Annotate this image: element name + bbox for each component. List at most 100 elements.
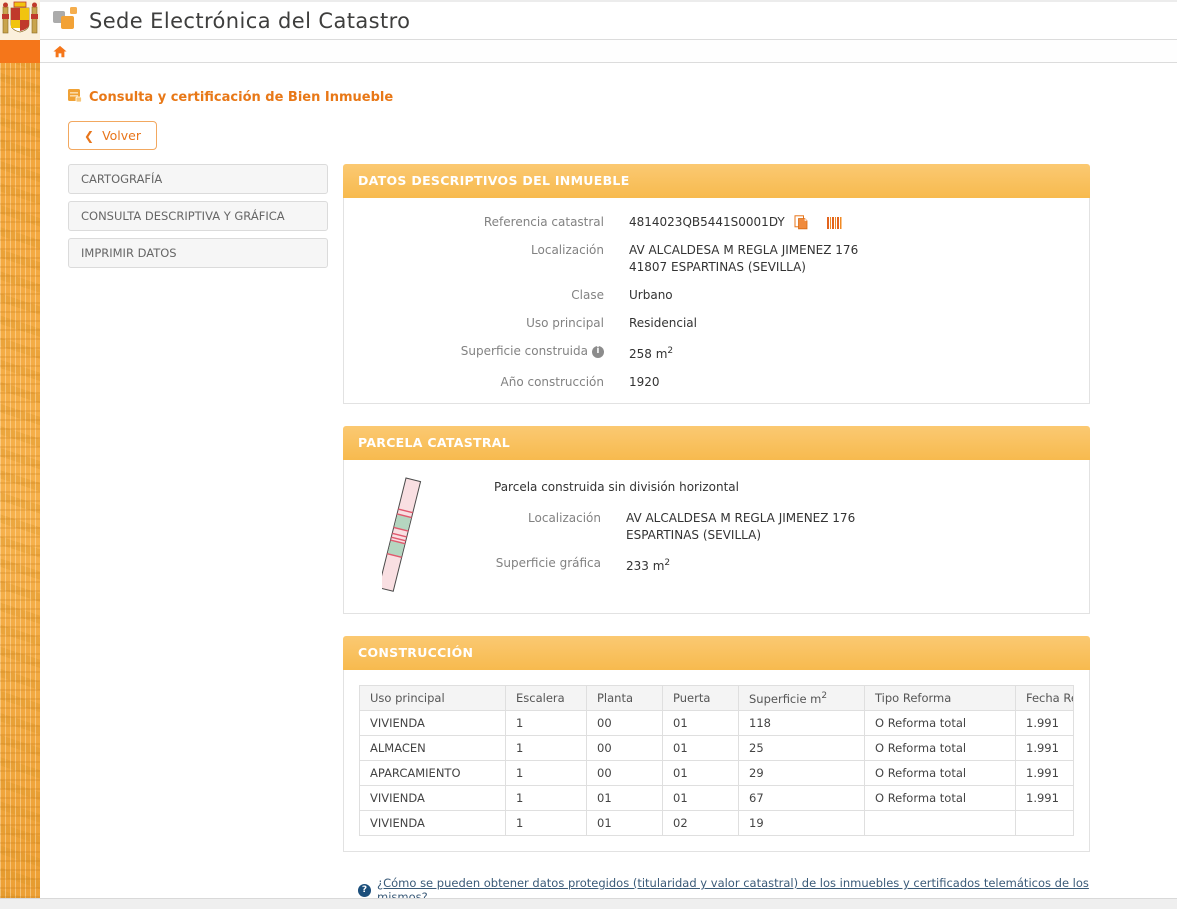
info-icon[interactable]: i: [592, 346, 604, 358]
cell-fecha: [1016, 811, 1074, 836]
footer-bar: [0, 898, 1177, 909]
parcel-info: Parcela construida sin división horizont…: [494, 472, 1069, 597]
sidebar-item-cartografia[interactable]: CARTOGRAFÍA: [68, 164, 328, 194]
clase-value: Urbano: [629, 287, 673, 304]
col-puerta: Puerta: [663, 686, 739, 711]
cell-tipo: O Reforma total: [865, 761, 1016, 786]
spain-coat-of-arms-icon: [0, 0, 40, 40]
col-escalera: Escalera: [506, 686, 587, 711]
cell-superficie: 67: [739, 786, 865, 811]
col-uso-principal: Uso principal: [360, 686, 506, 711]
cell-puerta: 02: [663, 811, 739, 836]
panel-header: CONSTRUCCIÓN: [343, 636, 1090, 670]
barcode-icon[interactable]: [827, 217, 842, 229]
page-title: Consulta y certificación de Bien Inmuebl…: [68, 88, 1177, 106]
columns-wrap: CARTOGRAFÍA CONSULTA DESCRIPTIVA Y GRÁFI…: [68, 164, 1177, 904]
sidebar-item-label: IMPRIMIR DATOS: [81, 246, 177, 260]
sidebar-item-label: CARTOGRAFÍA: [81, 172, 162, 186]
col-planta: Planta: [587, 686, 663, 711]
cell-puerta: 01: [663, 736, 739, 761]
cell-superficie: 25: [739, 736, 865, 761]
site-title: Sede Electrónica del Catastro: [89, 9, 410, 33]
help-icon[interactable]: ?: [358, 884, 371, 897]
field-label: Localización: [494, 510, 601, 544]
col-tipo-reforma: Tipo Reforma: [865, 686, 1016, 711]
localizacion-line1: AV ALCALDESA M REGLA JIMENEZ 176: [629, 242, 858, 259]
construccion-table: Uso principal Escalera Planta Puerta Sup…: [359, 685, 1074, 836]
parcela-localizacion-line1: AV ALCALDESA M REGLA JIMENEZ 176: [626, 510, 855, 527]
nav-orange-block: [0, 40, 40, 63]
cell-uso: ALMACEN: [360, 736, 506, 761]
back-button[interactable]: ❮ Volver: [68, 121, 157, 150]
parcela-localizacion-line2: ESPARTINAS (SEVILLA): [626, 527, 855, 544]
localizacion-line2: 41807 ESPARTINAS (SEVILLA): [629, 259, 858, 276]
field-superficie-grafica: Superficie gráfica 233 m2: [494, 555, 1069, 575]
panel-body: Referencia catastral 4814023QB5441S0001D…: [343, 198, 1090, 404]
sidebar-item-consulta-descriptiva[interactable]: CONSULTA DESCRIPTIVA Y GRÁFICA: [68, 201, 328, 231]
cell-escalera: 1: [506, 761, 587, 786]
col-fecha-reforma: Fecha Reforma: [1016, 686, 1074, 711]
field-label: Localización: [364, 242, 604, 276]
panel-body: Parcela construida sin división horizont…: [343, 460, 1090, 614]
superficie-grafica-value: 233 m2: [626, 555, 670, 575]
cell-tipo: [865, 811, 1016, 836]
page-root: Sede Electrónica del Catastro: [0, 0, 1177, 909]
site-header: Sede Electrónica del Catastro: [0, 0, 1177, 40]
parcela-intro-text: Parcela construida sin división horizont…: [494, 480, 1069, 494]
cell-escalera: 1: [506, 786, 587, 811]
field-clase: Clase Urbano: [364, 287, 1069, 304]
panel-construccion: CONSTRUCCIÓN Uso principal Escalera Plan…: [343, 636, 1090, 852]
cell-planta: 00: [587, 711, 663, 736]
field-localizacion: Localización AV ALCALDESA M REGLA JIMENE…: [364, 242, 1069, 276]
cell-planta: 00: [587, 761, 663, 786]
home-icon[interactable]: [53, 45, 67, 58]
cell-fecha: 1.991: [1016, 736, 1074, 761]
field-label: Superficie construidai: [364, 343, 604, 363]
cell-tipo: O Reforma total: [865, 786, 1016, 811]
cell-puerta: 01: [663, 761, 739, 786]
col-superficie: Superficie m2: [739, 686, 865, 711]
table-row: VIVIENDA 1 00 01 118 O Reforma total 1.9…: [360, 711, 1074, 736]
field-anio-construccion: Año construcción 1920: [364, 374, 1069, 391]
cell-superficie: 118: [739, 711, 865, 736]
cell-superficie: 29: [739, 761, 865, 786]
copy-icon[interactable]: [794, 215, 808, 230]
sidebar-item-label: CONSULTA DESCRIPTIVA Y GRÁFICA: [81, 209, 285, 223]
form-icon: [68, 88, 82, 106]
cell-uso: VIVIENDA: [360, 786, 506, 811]
table-header-row: Uso principal Escalera Planta Puerta Sup…: [360, 686, 1074, 711]
field-label: Clase: [364, 287, 604, 304]
cell-fecha: 1.991: [1016, 711, 1074, 736]
parcel-sketch: [359, 472, 494, 597]
cell-planta: 01: [587, 811, 663, 836]
cell-escalera: 1: [506, 736, 587, 761]
cell-uso: APARCAMIENTO: [360, 761, 506, 786]
field-uso-principal: Uso principal Residencial: [364, 315, 1069, 332]
header-bar: Sede Electrónica del Catastro: [40, 0, 1177, 40]
cell-tipo: O Reforma total: [865, 711, 1016, 736]
panel-header: PARCELA CATASTRAL: [343, 426, 1090, 460]
uso-principal-value: Residencial: [629, 315, 697, 332]
cell-escalera: 1: [506, 811, 587, 836]
nav-bar: [0, 40, 1177, 63]
cell-planta: 01: [587, 786, 663, 811]
field-referencia-catastral: Referencia catastral 4814023QB5441S0001D…: [364, 214, 1069, 231]
referencia-catastral-value: 4814023QB5441S0001DY: [629, 214, 785, 231]
cell-uso: VIVIENDA: [360, 811, 506, 836]
panel-title: CONSTRUCCIÓN: [358, 645, 473, 660]
table-row: VIVIENDA 1 01 01 67 O Reforma total 1.99…: [360, 786, 1074, 811]
sidebar-item-imprimir-datos[interactable]: IMPRIMIR DATOS: [68, 238, 328, 268]
field-superficie-construida: Superficie construidai 258 m2: [364, 343, 1069, 363]
cell-fecha: 1.991: [1016, 761, 1074, 786]
field-label: Superficie gráfica: [494, 555, 601, 575]
catastro-logo-icon: [53, 6, 79, 35]
field-label: Uso principal: [364, 315, 604, 332]
field-parcela-localizacion: Localización AV ALCALDESA M REGLA JIMENE…: [494, 510, 1069, 544]
field-label: Año construcción: [364, 374, 604, 391]
page-title-text: Consulta y certificación de Bien Inmuebl…: [89, 90, 393, 105]
panel-title: DATOS DESCRIPTIVOS DEL INMUEBLE: [358, 173, 630, 188]
table-row: VIVIENDA 1 01 02 19: [360, 811, 1074, 836]
field-label: Referencia catastral: [364, 214, 604, 231]
cell-tipo: O Reforma total: [865, 736, 1016, 761]
panel-datos-descriptivos: DATOS DESCRIPTIVOS DEL INMUEBLE Referenc…: [343, 164, 1090, 404]
